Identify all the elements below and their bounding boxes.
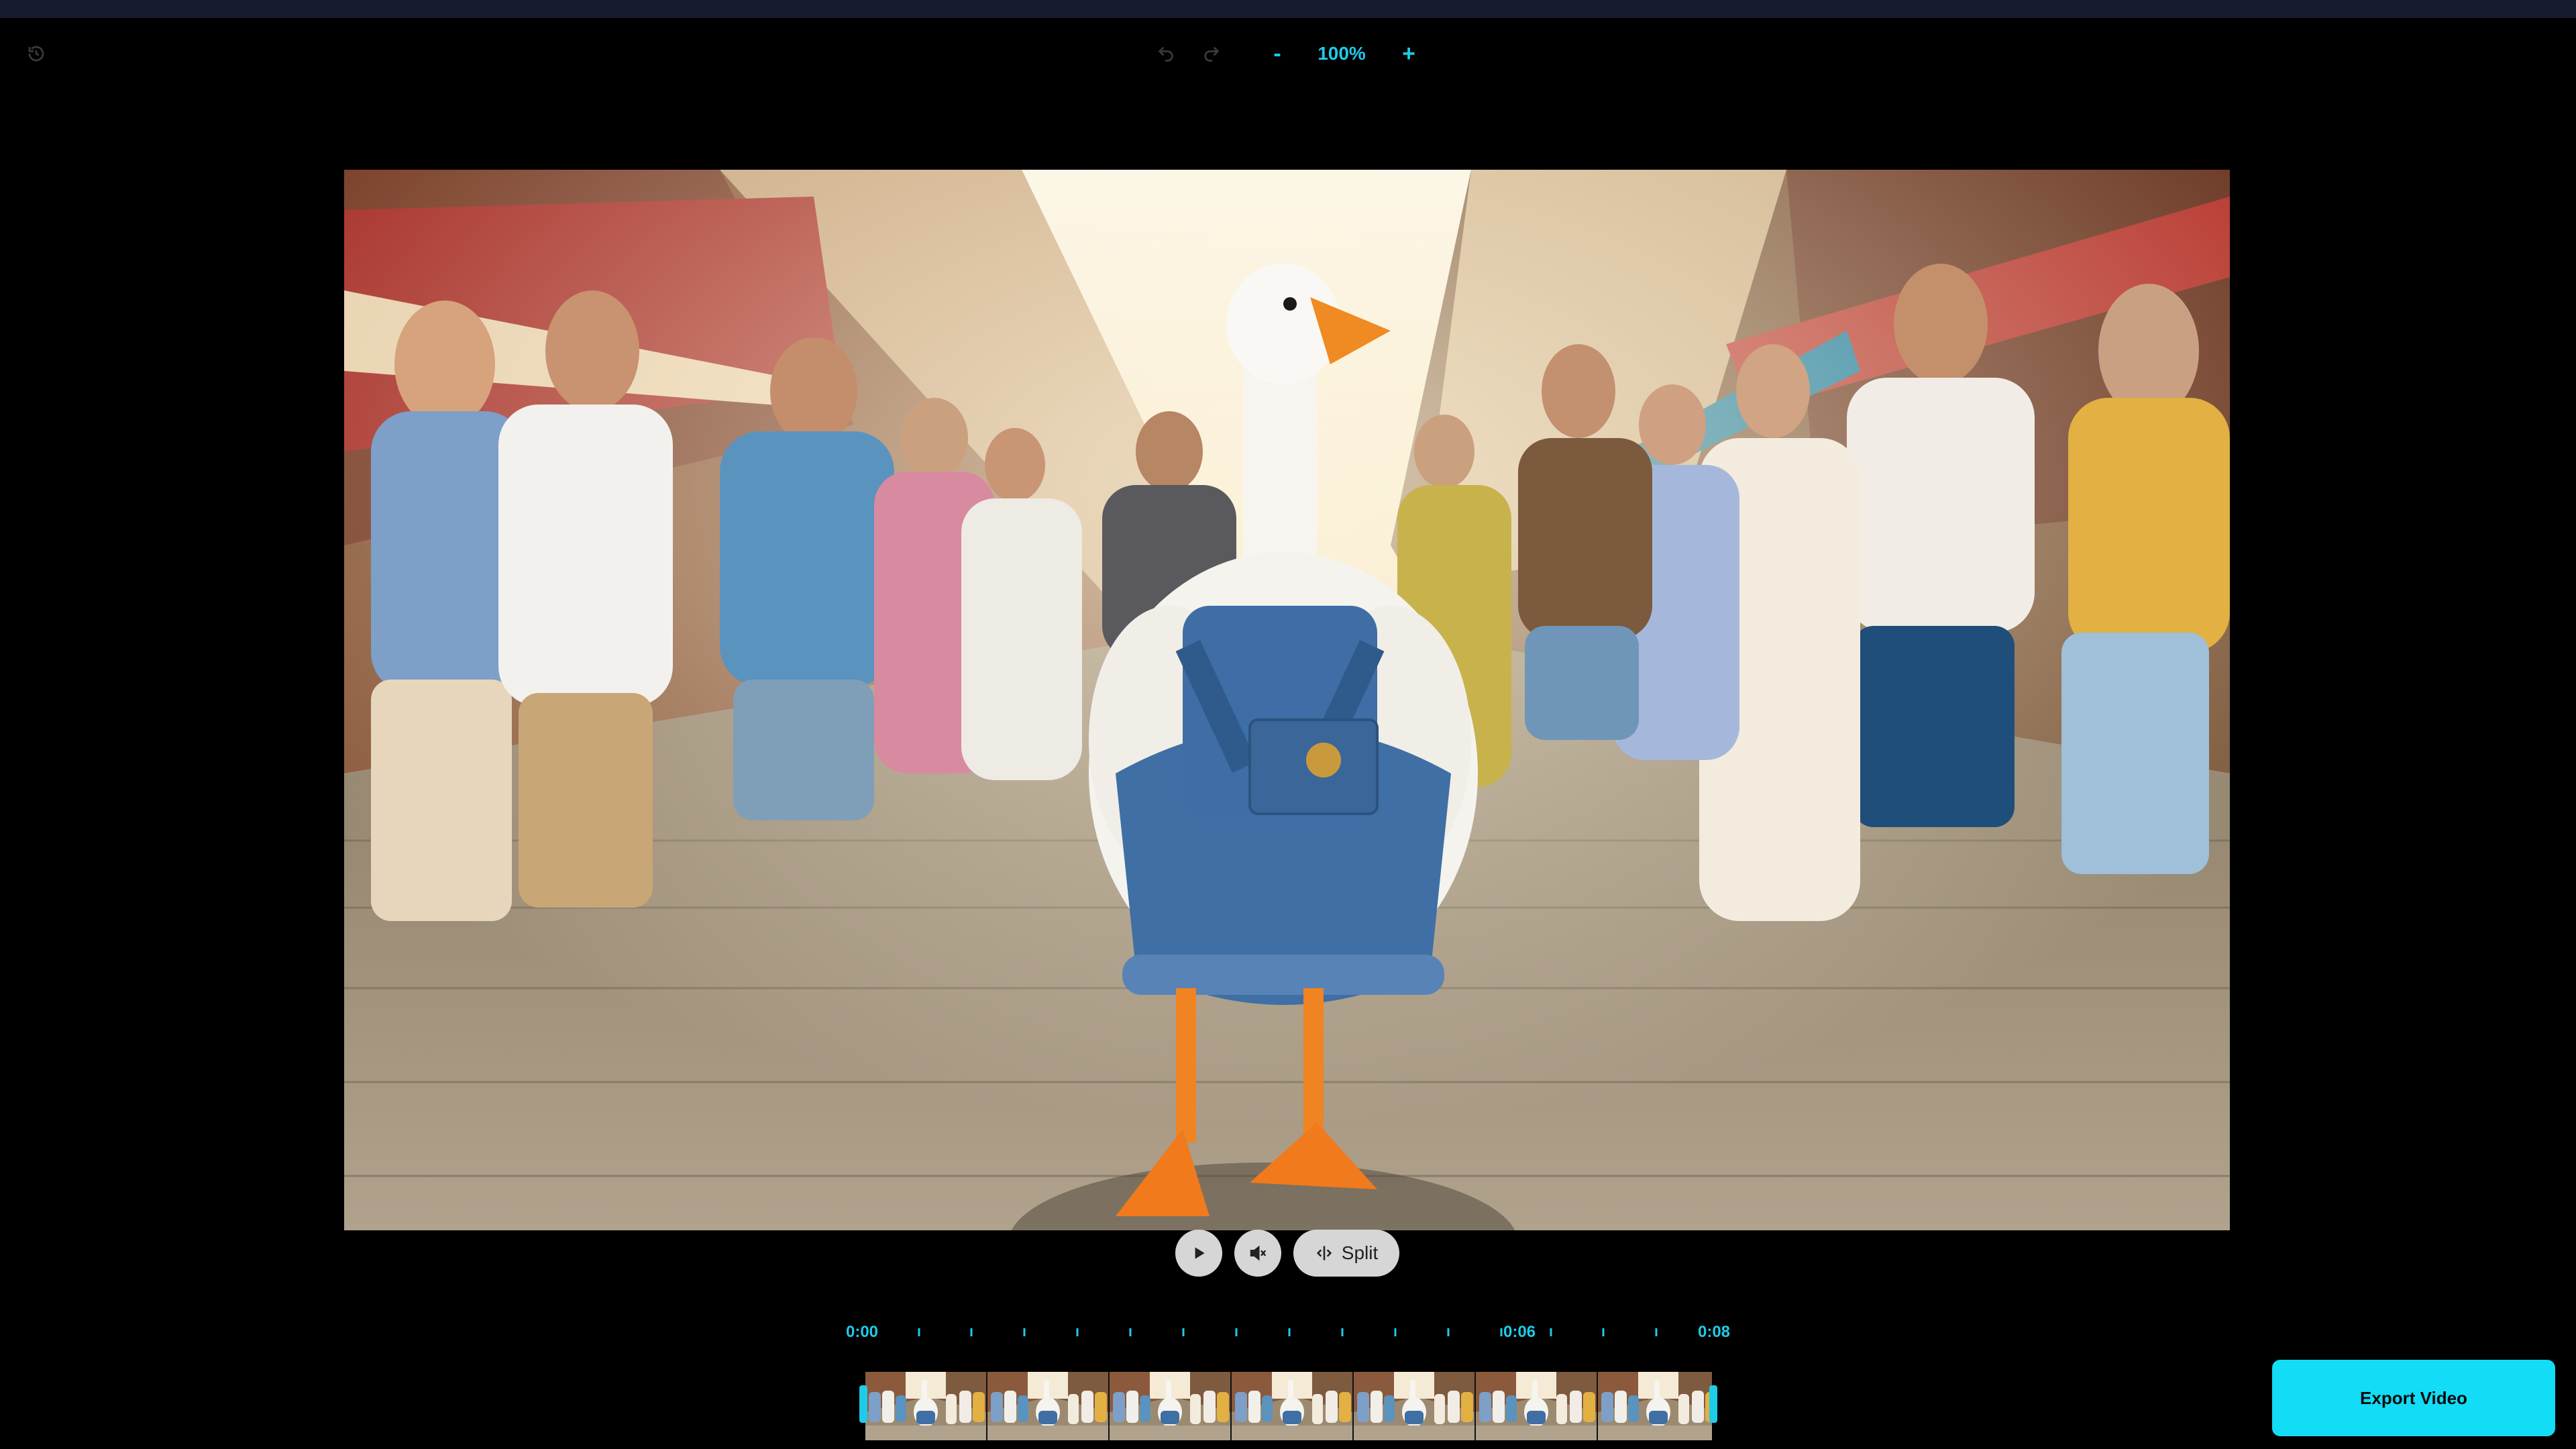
redo-icon[interactable]: [1199, 42, 1224, 66]
ruler-tick: [1550, 1328, 1552, 1336]
window-top-bar: [0, 0, 2576, 18]
ruler-tick: [1182, 1328, 1185, 1336]
time-start-label: 0:00: [845, 1323, 879, 1341]
zoom-in-button[interactable]: +: [1394, 39, 1424, 68]
zoom-out-button[interactable]: -: [1263, 39, 1292, 68]
ruler-tick: [1129, 1328, 1132, 1336]
timeline-filmstrip[interactable]: [865, 1372, 1712, 1440]
filmstrip-frame: [1110, 1372, 1232, 1440]
filmstrip-frame: [1476, 1372, 1598, 1440]
ruler-tick: [1235, 1328, 1238, 1336]
trim-handle-end[interactable]: [1709, 1385, 1717, 1423]
timeline-ruler[interactable]: 0:00 0:06 0:08: [832, 1315, 1744, 1348]
split-button[interactable]: Split: [1293, 1230, 1399, 1277]
filmstrip-frame: [1232, 1372, 1354, 1440]
play-button[interactable]: [1175, 1230, 1222, 1277]
undo-icon[interactable]: [1154, 42, 1178, 66]
split-icon: [1316, 1246, 1332, 1260]
ruler-tick: [1394, 1328, 1397, 1336]
history-icon[interactable]: [24, 42, 48, 66]
zoom-level: 100%: [1318, 43, 1366, 64]
trim-handle-start[interactable]: [859, 1385, 867, 1423]
mute-button[interactable]: [1234, 1230, 1281, 1277]
filmstrip-frame: [865, 1372, 987, 1440]
ruler-tick: [1655, 1328, 1658, 1336]
ruler-tick: [1023, 1328, 1026, 1336]
ruler-tick: [1602, 1328, 1605, 1336]
time-end-label: 0:08: [1697, 1323, 1731, 1341]
ruler-tick: [1447, 1328, 1450, 1336]
ruler-tick: [1076, 1328, 1079, 1336]
mute-icon: [1250, 1245, 1267, 1261]
ruler-tick: [1500, 1328, 1503, 1336]
filmstrip-frame: [1598, 1372, 1712, 1440]
export-video-button[interactable]: Export Video: [2272, 1360, 2555, 1436]
play-icon: [1195, 1247, 1205, 1259]
time-mid-label: 0:06: [1503, 1323, 1536, 1341]
ruler-tick: [918, 1328, 920, 1336]
ruler-tick: [970, 1328, 973, 1336]
ruler-tick: [1288, 1328, 1291, 1336]
ruler-tick: [1341, 1328, 1344, 1336]
video-preview[interactable]: [344, 170, 2230, 1230]
preview-frame-image: [344, 170, 2230, 1230]
filmstrip-frame: [987, 1372, 1110, 1440]
filmstrip-frame: [1354, 1372, 1476, 1440]
split-label: Split: [1341, 1242, 1379, 1263]
video-editor-window: - 100% + Split 0:00 0:06 0:08 Export Vid…: [0, 0, 2576, 1449]
